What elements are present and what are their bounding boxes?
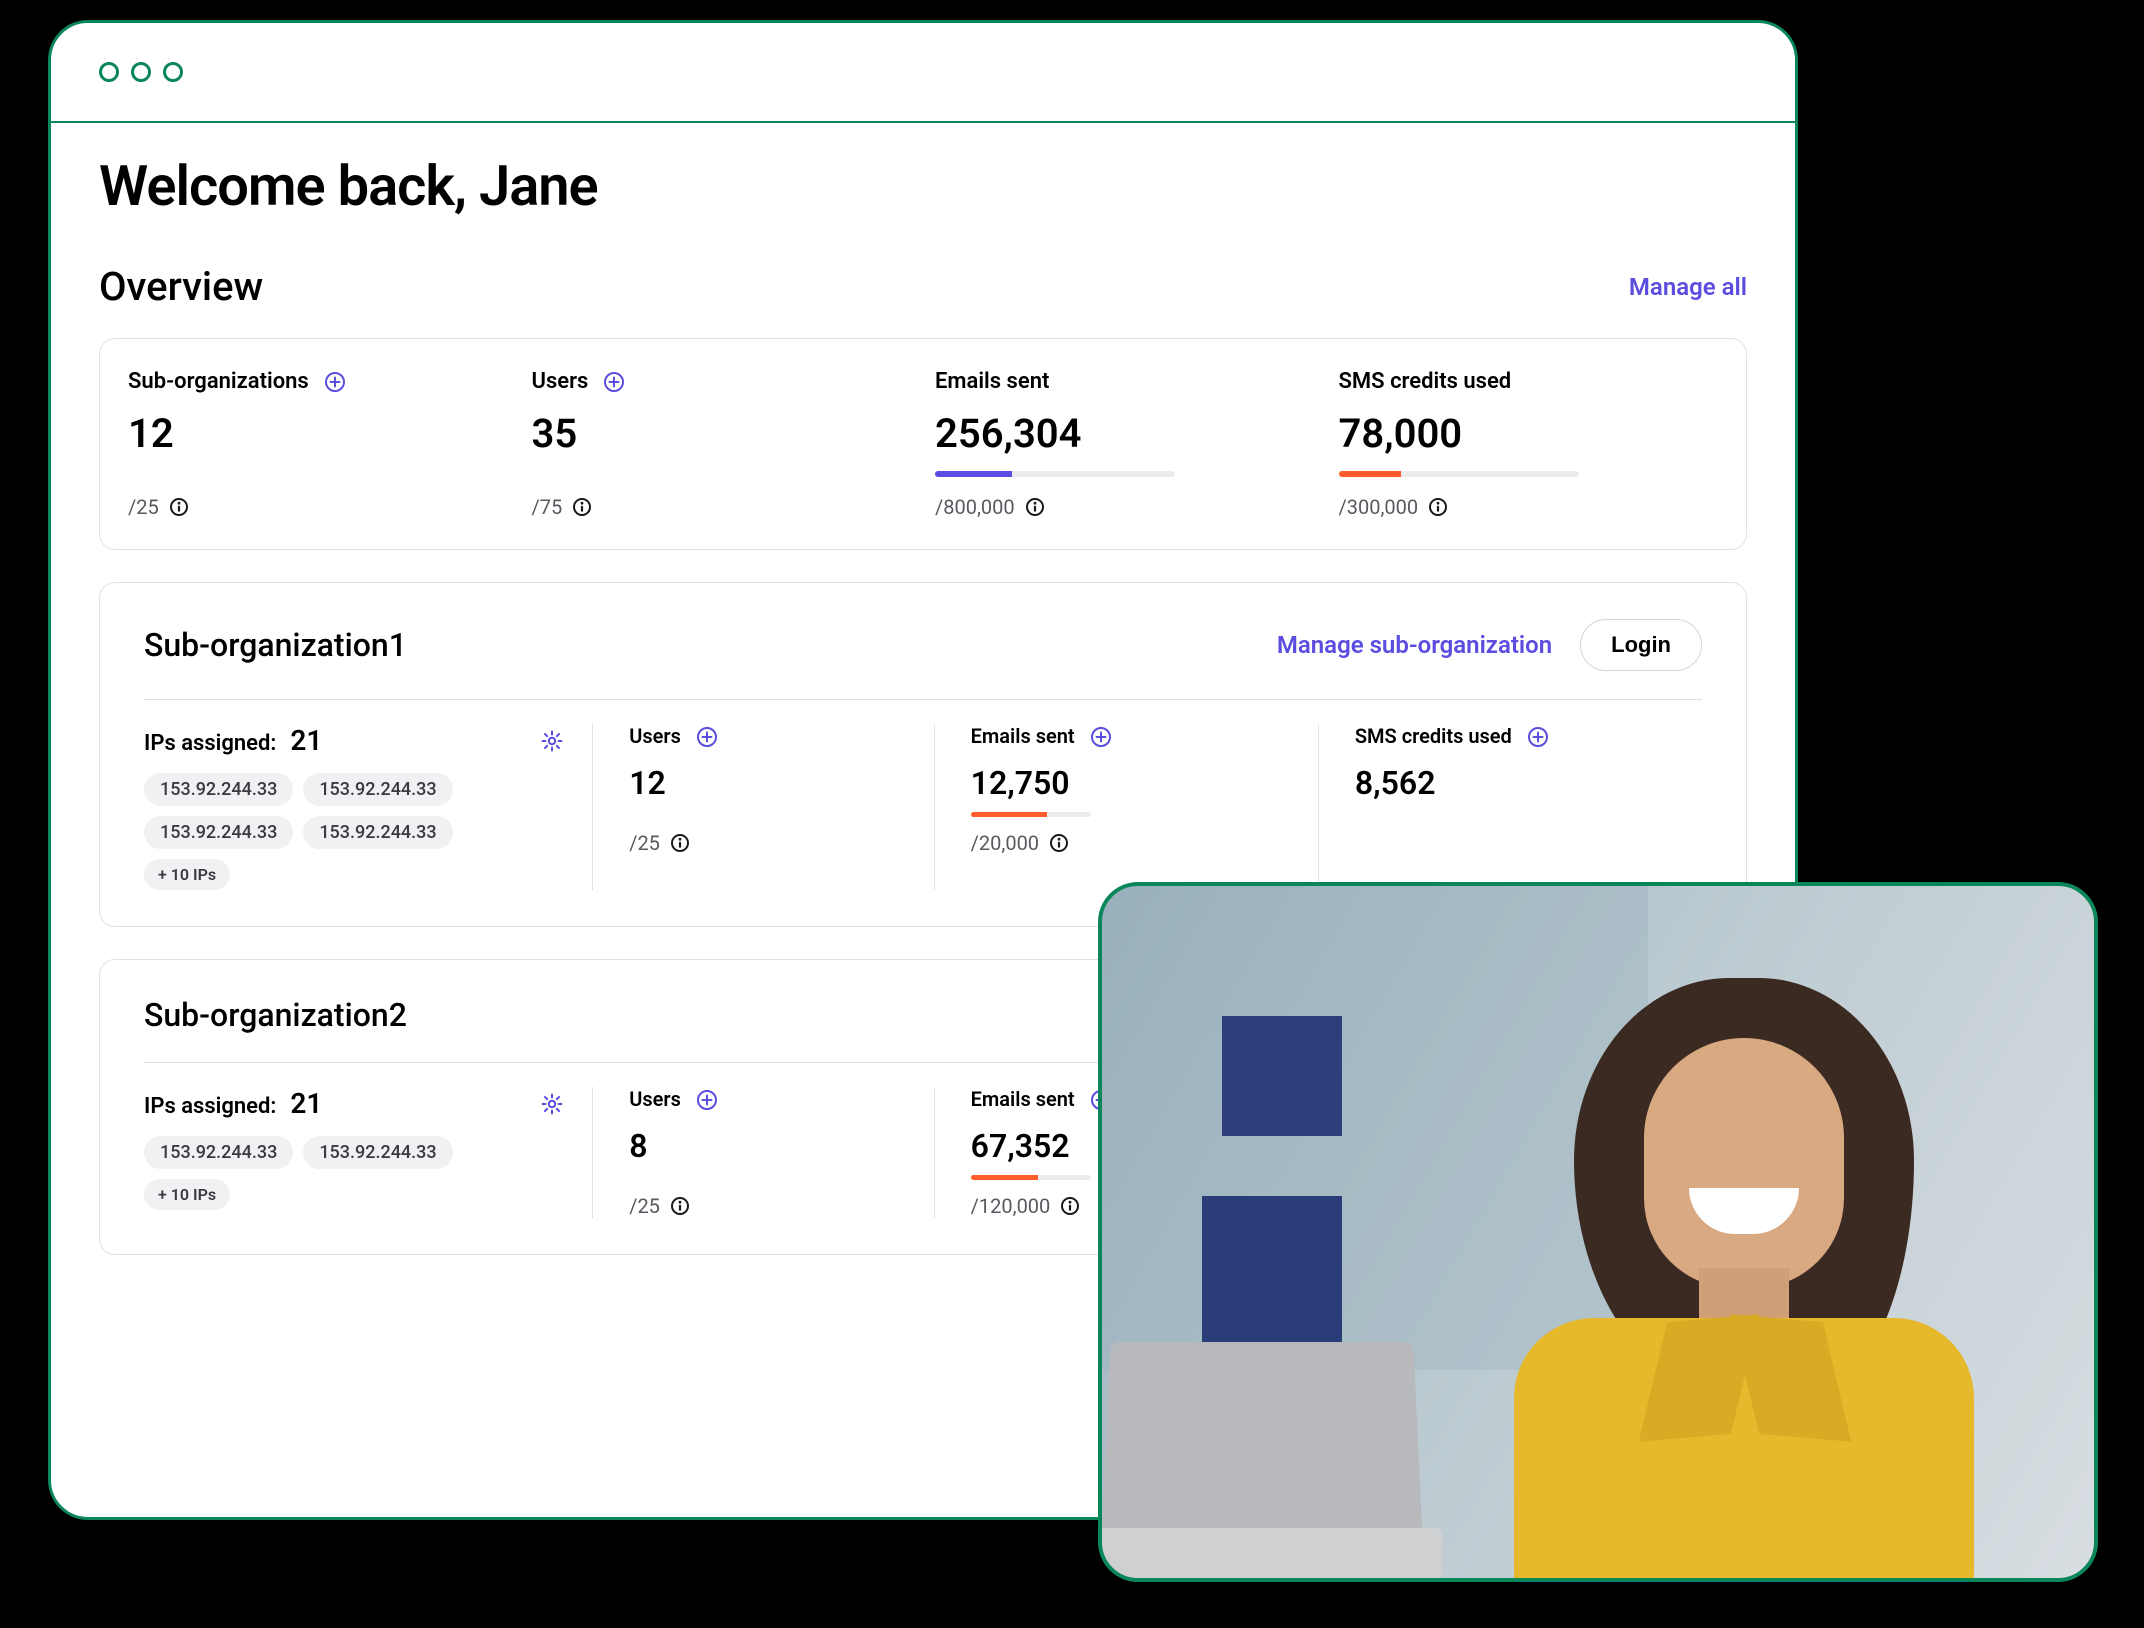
metric-label: Users	[532, 369, 589, 394]
metric-limit: /75	[532, 495, 563, 519]
window-control-dot[interactable]	[131, 62, 151, 82]
ip-more-chip[interactable]: + 10 IPs	[144, 859, 230, 890]
ip-chip: 153.92.244.33	[303, 1136, 452, 1169]
welcome-heading: Welcome back, Jane	[99, 153, 1747, 219]
metric-value: 35	[532, 410, 912, 457]
metric-value: 78,000	[1339, 410, 1719, 457]
metric-limit: /25	[128, 495, 159, 519]
ip-chips: 153.92.244.33 153.92.244.33 153.92.244.3…	[144, 773, 564, 849]
metric-limit: /300,000	[1339, 495, 1419, 519]
plus-circle-icon[interactable]	[323, 370, 347, 394]
metric-value: 8,562	[1355, 764, 1674, 802]
info-icon[interactable]	[1428, 497, 1448, 517]
plus-circle-icon[interactable]	[1526, 725, 1548, 747]
metric-sms: SMS credits used 78,000 /300,000	[1339, 369, 1719, 519]
overview-header: Overview Manage all	[99, 263, 1747, 310]
progress-bar	[935, 471, 1175, 477]
progress-bar	[971, 1175, 1091, 1180]
gear-icon[interactable]	[540, 729, 564, 753]
metric-label: Sub-organizations	[128, 369, 309, 394]
metric-suborgs: Sub-organizations 12 /25	[128, 369, 508, 519]
metric-label: Emails sent	[971, 724, 1075, 748]
ips-label: IPs assigned:	[144, 731, 276, 756]
ip-chip: 153.92.244.33	[303, 773, 452, 806]
ips-column: IPs assigned: 21 153.92.244.33 153.92.24…	[144, 724, 592, 890]
metric-label: Emails sent	[935, 369, 1049, 394]
metric-limit: /25	[629, 1194, 660, 1218]
suborg-card: Sub-organization1 Manage sub-organizatio…	[99, 582, 1747, 927]
ips-count: 21	[290, 724, 322, 757]
info-icon[interactable]	[670, 833, 690, 853]
metric-value: 12	[128, 410, 508, 457]
suborg-metric-emails: Emails sent 12,750 /20,000	[934, 724, 1318, 890]
suborg-metric-users: Users 8 /25	[592, 1087, 933, 1218]
window-control-dot[interactable]	[99, 62, 119, 82]
window-titlebar	[51, 23, 1795, 123]
metric-limit: /20,000	[971, 831, 1039, 855]
plus-circle-icon[interactable]	[695, 1088, 717, 1110]
info-icon[interactable]	[1060, 1196, 1080, 1216]
ips-column: IPs assigned: 21 153.92.244.33 153.92.24…	[144, 1087, 592, 1218]
suborg-metric-users: Users 12 /25	[592, 724, 933, 890]
metric-limit: /120,000	[971, 1194, 1051, 1218]
suborg-title: Sub-organization2	[144, 996, 407, 1034]
info-icon[interactable]	[572, 497, 592, 517]
progress-bar	[971, 812, 1091, 817]
progress-bar	[1339, 471, 1579, 477]
metric-limit: /25	[629, 831, 660, 855]
ip-more-chip[interactable]: + 10 IPs	[144, 1179, 230, 1210]
manage-all-link[interactable]: Manage all	[1629, 273, 1747, 301]
window-control-dot[interactable]	[163, 62, 183, 82]
metric-limit: /800,000	[935, 495, 1015, 519]
overview-card: Sub-organizations 12 /25 Users	[99, 338, 1747, 550]
manage-suborg-link[interactable]: Manage sub-organization	[1277, 631, 1552, 659]
plus-circle-icon[interactable]	[695, 725, 717, 747]
ips-label: IPs assigned:	[144, 1094, 276, 1119]
metric-label: SMS credits used	[1339, 369, 1512, 394]
overview-title: Overview	[99, 263, 263, 310]
ip-chip: 153.92.244.33	[303, 816, 452, 849]
info-icon[interactable]	[169, 497, 189, 517]
metric-label: Users	[629, 1087, 681, 1111]
metric-label: SMS credits used	[1355, 724, 1512, 748]
suborg-metric-sms: SMS credits used 8,562	[1318, 724, 1702, 890]
ip-chip: 153.92.244.33	[144, 816, 293, 849]
ip-chip: 153.92.244.33	[144, 1136, 293, 1169]
info-icon[interactable]	[1025, 497, 1045, 517]
metric-emails: Emails sent 256,304 /800,000	[935, 369, 1315, 519]
gear-icon[interactable]	[540, 1092, 564, 1116]
metric-label: Users	[629, 724, 681, 748]
metric-value: 8	[629, 1127, 905, 1165]
metric-users: Users 35 /75	[532, 369, 912, 519]
hero-photo	[1098, 882, 2098, 1582]
ip-chips: 153.92.244.33 153.92.244.33	[144, 1136, 564, 1169]
metric-value: 256,304	[935, 410, 1315, 457]
info-icon[interactable]	[1049, 833, 1069, 853]
metric-label: Emails sent	[971, 1087, 1075, 1111]
suborg-title: Sub-organization1	[144, 626, 407, 664]
login-button[interactable]: Login	[1580, 619, 1702, 671]
info-icon[interactable]	[670, 1196, 690, 1216]
ips-count: 21	[290, 1087, 322, 1120]
metric-value: 12,750	[971, 764, 1290, 802]
plus-circle-icon[interactable]	[1089, 725, 1111, 747]
metric-value: 12	[629, 764, 905, 802]
ip-chip: 153.92.244.33	[144, 773, 293, 806]
plus-circle-icon[interactable]	[602, 370, 626, 394]
